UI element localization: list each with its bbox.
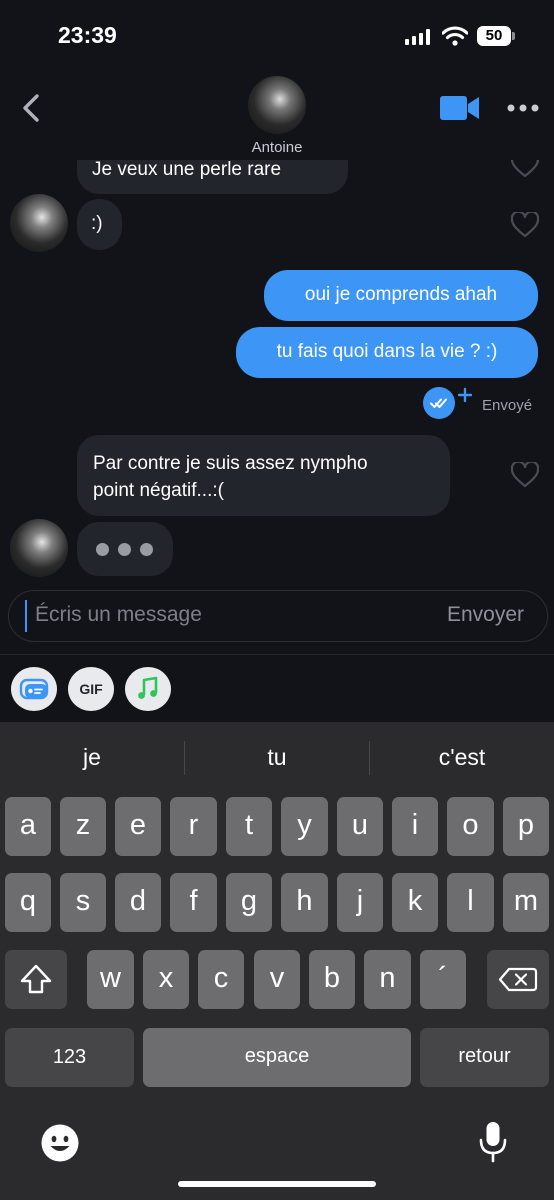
key-k[interactable]: k [392, 873, 438, 932]
read-receipt-icon [423, 387, 472, 419]
key-m[interactable]: m [503, 873, 549, 932]
key-a[interactable]: a [5, 797, 51, 856]
more-icon[interactable] [507, 103, 539, 113]
message-text-line: point négatif...:( [93, 480, 224, 501]
message-text-line: Par contre je suis assez nympho [93, 453, 368, 474]
backspace-icon [498, 967, 538, 992]
key-q[interactable]: q [5, 873, 51, 932]
numbers-key[interactable]: 123 [5, 1028, 134, 1087]
key-x[interactable]: x [143, 950, 189, 1009]
key-r[interactable]: r [170, 797, 217, 856]
key-v[interactable]: v [254, 950, 300, 1009]
gif-button[interactable]: GIF [68, 667, 114, 711]
music-icon [138, 676, 158, 699]
sender-avatar[interactable] [10, 194, 68, 252]
battery-cap [512, 32, 515, 40]
quick-reply-icon [19, 678, 49, 700]
key-l[interactable]: l [447, 873, 494, 932]
text-caret [25, 600, 27, 632]
message-bubble-incoming[interactable]: :) [77, 199, 122, 250]
message-text: tu fais quoi dans la vie ? :) [276, 341, 498, 362]
emoji-icon[interactable] [40, 1123, 80, 1163]
key-e[interactable]: e [115, 797, 161, 856]
back-chevron-icon[interactable] [20, 93, 44, 123]
message-bubble-outgoing[interactable]: oui je comprends ahah [264, 270, 538, 321]
music-button[interactable] [125, 667, 171, 711]
heart-icon[interactable] [511, 212, 539, 238]
key-p[interactable]: p [503, 797, 549, 856]
key-n[interactable]: n [364, 950, 411, 1009]
contact-name[interactable]: Antoine [0, 139, 554, 156]
cellular-signal-icon [405, 29, 431, 45]
shift-key[interactable] [5, 950, 67, 1009]
message-bubble-incoming[interactable]: Par contre je suis assez nympho point né… [77, 435, 450, 516]
message-bubble-incoming[interactable]: Je veux une perle rare [77, 160, 348, 194]
key-u[interactable]: u [337, 797, 383, 856]
key-g[interactable]: g [226, 873, 272, 932]
heart-icon[interactable] [511, 160, 539, 178]
key-z[interactable]: z [60, 797, 106, 856]
key-i[interactable]: i [392, 797, 438, 856]
key-t[interactable]: t [226, 797, 272, 856]
shift-icon [20, 964, 52, 994]
message-text: Je veux une perle rare [92, 160, 282, 180]
suggestion-cest[interactable]: c'est [370, 744, 554, 771]
space-key[interactable]: espace [143, 1028, 411, 1087]
video-call-icon[interactable] [440, 95, 480, 121]
backspace-key[interactable] [487, 950, 549, 1009]
microphone-icon[interactable] [478, 1120, 508, 1164]
key-b[interactable]: b [309, 950, 355, 1009]
key-o[interactable]: o [447, 797, 494, 856]
key-y[interactable]: y [281, 797, 328, 856]
contact-avatar[interactable] [248, 76, 306, 134]
heart-icon[interactable] [511, 462, 539, 488]
key-h[interactable]: h [281, 873, 328, 932]
quick-reply-button[interactable] [11, 667, 57, 711]
home-indicator[interactable] [178, 1181, 376, 1187]
key-c[interactable]: c [198, 950, 244, 1009]
message-bubble-outgoing[interactable]: tu fais quoi dans la vie ? :) [236, 327, 538, 378]
key-accent[interactable]: ´ [420, 950, 466, 1009]
battery-indicator: 50 [477, 26, 511, 46]
key-w[interactable]: w [87, 950, 134, 1009]
key-j[interactable]: j [337, 873, 383, 932]
delivery-status: Envoyé [482, 397, 533, 414]
message-placeholder[interactable]: Écris un message [35, 603, 202, 627]
suggestion-tu[interactable]: tu [185, 744, 369, 771]
wifi-icon [442, 26, 468, 46]
key-f[interactable]: f [170, 873, 217, 932]
sender-avatar[interactable] [10, 519, 68, 577]
send-button[interactable]: Envoyer [447, 603, 524, 627]
message-text: :) [91, 213, 103, 234]
divider [0, 654, 554, 655]
gif-icon: GIF [79, 681, 103, 697]
typing-indicator [77, 522, 173, 576]
key-s[interactable]: s [60, 873, 106, 932]
message-text: oui je comprends ahah [304, 284, 498, 305]
return-key[interactable]: retour [420, 1028, 549, 1087]
status-time: 23:39 [58, 22, 117, 48]
key-d[interactable]: d [115, 873, 161, 932]
suggestion-je[interactable]: je [0, 744, 184, 771]
